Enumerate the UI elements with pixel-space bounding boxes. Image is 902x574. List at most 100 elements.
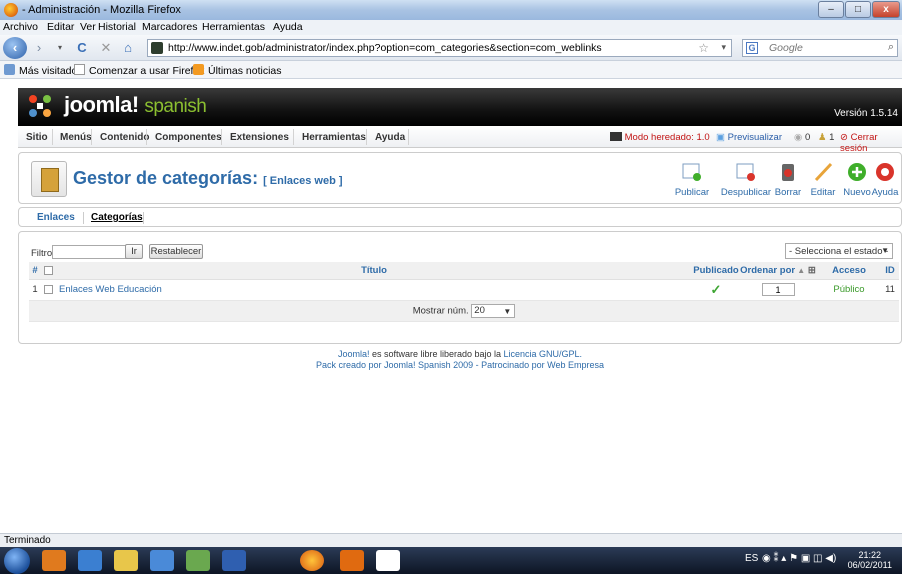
taskbar-app-outlook-icon[interactable] [42, 550, 66, 571]
col-access[interactable]: Acceso [817, 262, 881, 280]
pagination-cell: Mostrar núm. 20 ▼ [29, 300, 899, 322]
filter-reset-button[interactable]: Restablecer [149, 244, 203, 259]
joomla-logo-icon [29, 95, 51, 117]
taskbar-app-ie-icon[interactable] [78, 550, 102, 571]
tray-language[interactable]: ES [745, 553, 758, 564]
url-input[interactable] [168, 42, 698, 54]
publish-button[interactable]: Publicar [667, 161, 717, 201]
menu-editar[interactable]: Editar [47, 21, 74, 33]
tray-icons[interactable]: ◉ ⁑ ▴ ⚑ ▣ ◫ ◀) [762, 553, 836, 564]
users-icon: ♟ [818, 132, 827, 143]
taskbar-app-users-icon[interactable] [150, 550, 174, 571]
back-button[interactable]: ‹ [3, 37, 27, 59]
lifebuoy-icon [876, 163, 894, 181]
admin-menu-contenido[interactable]: Contenido [100, 132, 149, 143]
admin-menu-componentes[interactable]: Componentes [155, 132, 222, 143]
browser-navbar: ‹ › ▾ C ✕ ⌂ ☆ ▾ G ⌕ [0, 35, 902, 61]
admin-menu-sitio[interactable]: Sitio [26, 132, 48, 143]
history-dropdown-icon[interactable]: ▾ [50, 39, 70, 57]
menu-separator [293, 129, 294, 145]
taskbar-app-network-icon[interactable] [186, 550, 210, 571]
menu-ayuda[interactable]: Ayuda [273, 21, 303, 33]
menu-separator [52, 129, 53, 145]
tab-enlaces[interactable]: Enlaces [37, 212, 75, 223]
start-button[interactable] [4, 548, 30, 574]
taskbar-app-window-icon[interactable] [340, 550, 364, 571]
admin-menu-herramientas[interactable]: Herramientas [302, 132, 366, 143]
col-order[interactable]: Ordenar por ▲ ⊞ [739, 262, 817, 280]
menu-historial[interactable]: Historial [98, 21, 136, 33]
bookmark-star-icon[interactable]: ☆ [698, 41, 709, 55]
reload-icon[interactable]: C [72, 39, 92, 57]
forward-button[interactable]: › [29, 39, 49, 57]
menu-marcadores[interactable]: Marcadores [142, 21, 197, 33]
bookmark-mas-visitados[interactable]: Más visitados [4, 64, 83, 77]
admin-menu-menus[interactable]: Menús [60, 132, 92, 143]
home-icon[interactable]: ⌂ [118, 39, 138, 57]
bookmark-ultimas-noticias[interactable]: Últimas noticias [193, 64, 282, 77]
order-input[interactable] [761, 283, 795, 296]
bookmark-comenzar-firefox[interactable]: Comenzar a usar Firefox [74, 64, 205, 77]
row-access[interactable]: Público [817, 279, 881, 301]
menu-ver[interactable]: Ver [80, 21, 96, 33]
taskbar-clock[interactable]: 21:22 06/02/2011 [848, 550, 892, 570]
browser-statusbar: Terminado [0, 533, 902, 547]
taskbar-app-firefox-icon[interactable] [300, 550, 324, 571]
row-checkbox[interactable] [43, 284, 53, 294]
col-published[interactable]: Publicado [693, 262, 739, 280]
row-checkbox-cell[interactable] [41, 279, 55, 301]
google-engine-icon[interactable]: G [746, 42, 758, 54]
site-favicon-icon [151, 42, 163, 54]
limit-select[interactable]: 20 ▼ [471, 303, 516, 318]
logout-icon: ⊘ [840, 132, 848, 143]
categories-table: # Título Publicado Ordenar por ▲ ⊞ Acces… [29, 262, 899, 322]
col-checkall[interactable] [41, 262, 55, 280]
menu-separator [146, 129, 147, 145]
state-select[interactable]: - Selecciona el estado - ▼ [785, 243, 893, 259]
col-title[interactable]: Título [55, 262, 693, 280]
menu-herramientas[interactable]: Herramientas [202, 21, 265, 33]
row-published[interactable]: ✓ [693, 279, 739, 301]
footer-license: Joomla! es software libre liberado bajo … [337, 349, 583, 359]
search-input[interactable] [769, 42, 879, 54]
messages-count[interactable]: ◉ 0 [794, 132, 810, 143]
trash-icon [782, 164, 794, 181]
row-id: 11 [881, 279, 899, 301]
row-order[interactable] [739, 279, 817, 301]
preview-icon: ▣ [716, 132, 725, 143]
taskbar-app-notepad-icon[interactable] [376, 550, 400, 571]
url-dropdown-icon[interactable]: ▾ [721, 42, 726, 53]
url-bar[interactable]: ☆ ▾ [147, 39, 732, 57]
menu-archivo[interactable]: Archivo [3, 21, 38, 33]
footer-credits[interactable]: Pack creado por Joomla! Spanish 2009 - P… [18, 360, 902, 370]
col-num: # [29, 262, 41, 280]
preview-link[interactable]: ▣ Previsualizar [716, 132, 782, 143]
col-id[interactable]: ID [881, 262, 899, 280]
row-title-link[interactable]: Enlaces Web Educación [55, 279, 693, 301]
rss-icon [193, 64, 204, 75]
select-all-checkbox[interactable] [43, 265, 53, 275]
close-button[interactable]: x [872, 1, 900, 18]
filter-go-button[interactable]: Ir [125, 244, 143, 259]
logout-link[interactable]: ⊘ Cerrar sesión [840, 132, 902, 154]
admin-menu-extensiones[interactable]: Extensiones [230, 132, 289, 143]
table-footer-row: Mostrar núm. 20 ▼ [29, 300, 899, 322]
minimize-button[interactable]: – [818, 1, 844, 18]
help-button[interactable]: Ayuda [865, 161, 902, 201]
chevron-down-icon: ▼ [503, 306, 512, 316]
search-icon[interactable]: ⌕ [888, 41, 894, 54]
taskbar-app-explorer-icon[interactable] [114, 550, 138, 571]
page-icon [74, 64, 85, 75]
maximize-button[interactable]: □ [845, 1, 871, 18]
admin-menu-ayuda[interactable]: Ayuda [375, 132, 405, 143]
stop-icon[interactable]: ✕ [96, 39, 116, 57]
menu-separator [408, 129, 409, 145]
admin-menu: Sitio Menús Contenido Componentes Extens… [18, 126, 902, 154]
content-box: Filtro: Ir Restablecer - Selecciona el e… [18, 231, 902, 344]
joomla-header: joomla! spanish Versión 1.5.14 [18, 88, 902, 126]
taskbar-app-word-icon[interactable] [222, 550, 246, 571]
tab-categorias[interactable]: Categorías [91, 212, 143, 223]
search-box[interactable]: G ⌕ [742, 39, 898, 57]
bookmarks-toolbar: Más visitados Comenzar a usar Firefox Úl… [0, 61, 902, 79]
tab-separator [83, 212, 84, 224]
